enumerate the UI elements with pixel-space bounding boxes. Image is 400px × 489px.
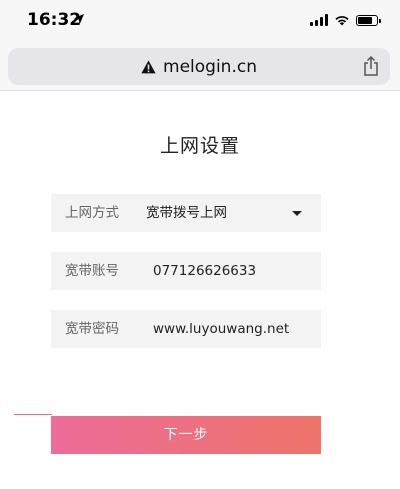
connection-type-select[interactable]: 上网方式 宽带拨号上网 [51, 194, 321, 232]
account-input[interactable]: 077126626633 [153, 252, 256, 290]
cellular-signal-icon [310, 14, 328, 26]
not-secure-warning-icon [141, 60, 156, 73]
next-button[interactable]: 下一步 [51, 416, 321, 454]
dropdown-caret-icon[interactable] [292, 211, 302, 216]
address-bar[interactable]: melogin.cn [8, 48, 390, 85]
account-label: 宽带账号 [65, 263, 119, 279]
password-field[interactable]: 宽带密码 www.luyouwang.net [51, 310, 321, 348]
status-bar: 16:32 [0, 0, 400, 44]
battery-icon [356, 14, 381, 26]
browser-toolbar: melogin.cn [0, 44, 400, 91]
url-text: melogin.cn [163, 56, 257, 77]
connection-type-value: 宽带拨号上网 [146, 205, 227, 221]
password-input[interactable]: www.luyouwang.net [153, 310, 289, 348]
status-indicators [310, 13, 381, 27]
share-icon[interactable] [362, 56, 380, 76]
page-title: 上网设置 [159, 135, 240, 157]
account-field[interactable]: 宽带账号 077126626633 [51, 252, 321, 290]
wifi-icon [335, 16, 349, 26]
location-arrow-icon [74, 14, 84, 24]
password-label: 宽带密码 [65, 321, 119, 337]
connection-type-label: 上网方式 [65, 205, 119, 221]
divider [14, 414, 52, 415]
